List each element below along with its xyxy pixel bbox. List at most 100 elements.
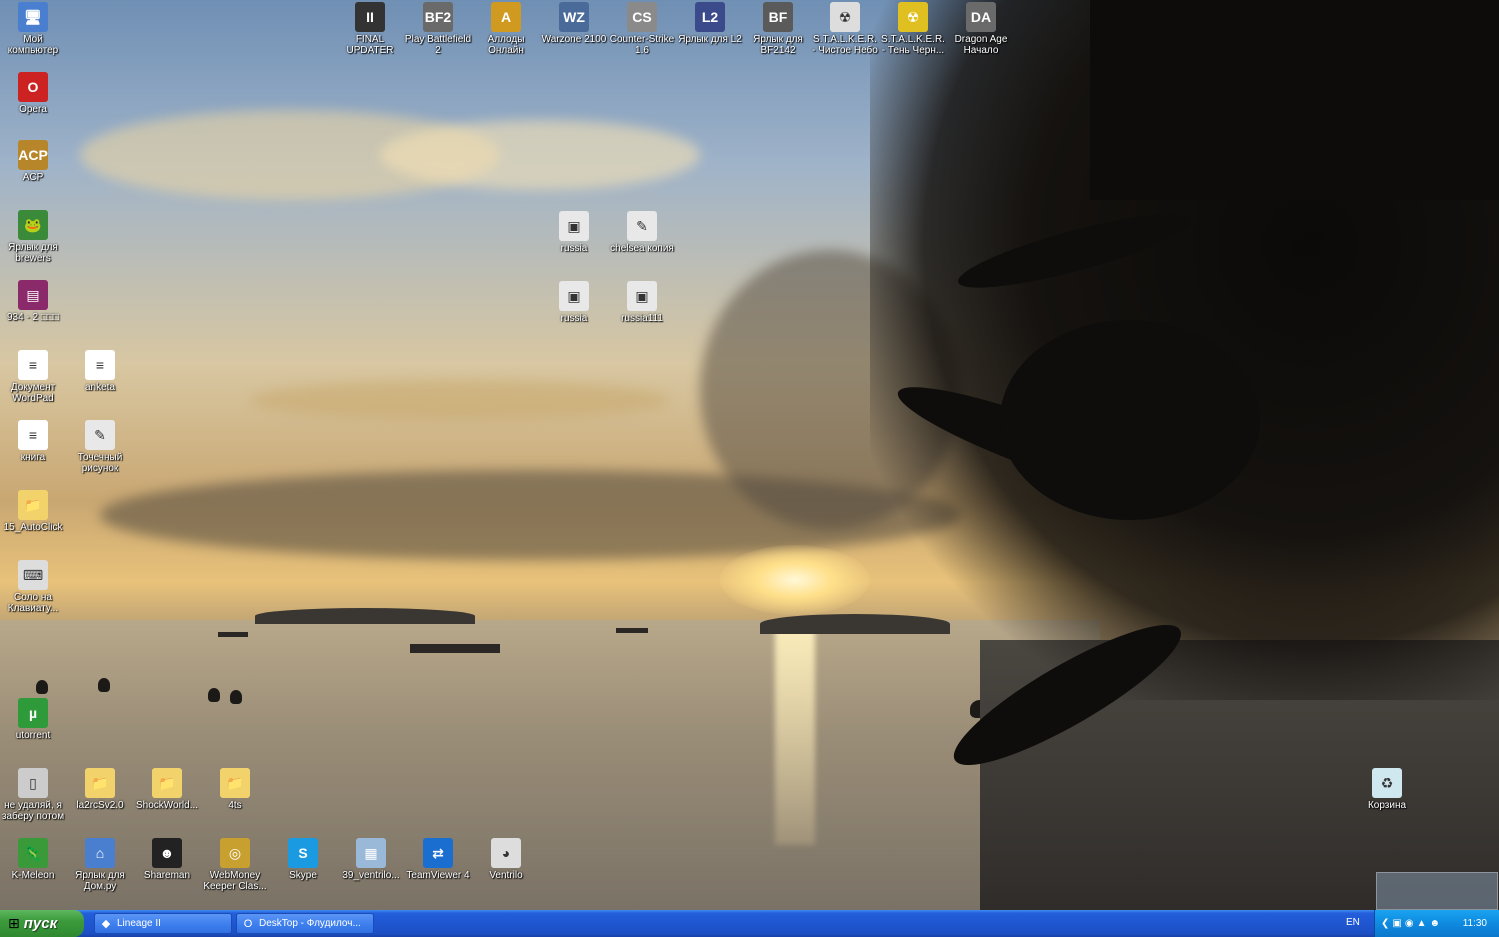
desktop-icon[interactable]: CS Counter-Strike 1.6 [607,2,677,56]
opera-taskbar-icon: O [243,917,253,930]
clock[interactable]: 11:30 [1463,918,1487,929]
desktop-icon[interactable]: ⌂ Ярлык для Дом.ру [65,838,135,892]
counter-strike-icon: CS [627,2,657,32]
desktop-icon[interactable]: 📁 15_AutoClick [0,490,68,533]
desktop-icon[interactable]: BF Ярлык для BF2142 [743,2,813,56]
desktop-icon-label: russia [560,313,588,324]
desktop-icon[interactable]: ⌨ Соло на Клавиату... [0,560,68,614]
desktop-icon[interactable]: DA Dragon Age Начало [946,2,1016,56]
tray-chevron-icon[interactable]: ❮ [1381,918,1389,929]
system-tray: ❮ ▣ ◉ ▲ ☻ 11:30 [1374,910,1499,937]
wallpaper-sun [720,545,870,615]
taskbar-button-lineage[interactable]: ◆ Lineage II [94,913,232,934]
desktop-icon-label: utorrent [15,730,51,741]
desktop-icon[interactable]: 📁 ShockWorld... [132,768,202,811]
desktop-icon[interactable]: ▯ не удаляй, я заберу потом [0,768,68,822]
desktop-icon[interactable]: A Аллоды Онлайн [471,2,541,56]
desktop-icon-label: Мой компьютер [7,34,59,56]
desktop-icon[interactable]: ☢ S.T.A.L.K.E.R. - Тень Черн... [878,2,948,56]
desktop-icon-label: ACP [22,172,44,183]
recycle-bin-icon: ♻ [1372,768,1402,798]
taskbar-button-opera[interactable]: O DeskTop - Флудилоч... [236,913,374,934]
desktop-icon[interactable]: BF2 Play Battlefield 2 [403,2,473,56]
desktop-icon-label: ShockWorld... [135,800,199,811]
desktop-icon-label: S.T.A.L.K.E.R. - Тень Черн... [881,34,945,56]
network-icon[interactable]: ▣ [1392,918,1401,929]
desktop-icon[interactable]: ⇄ TeamViewer 4 [403,838,473,881]
taskbar-button-label: Lineage II [117,918,161,929]
wallpaper-palm-frond [1000,320,1260,520]
domru-icon: ⌂ [85,838,115,868]
volume-icon[interactable]: ◉ [1405,918,1414,929]
wallpaper-boat [410,644,500,653]
desktop-icon[interactable]: WZ Warzone 2100 [539,2,609,45]
winrar-icon: ▤ [18,280,48,310]
desktop-icon[interactable]: ≡ Документ WordPad [0,350,68,404]
desktop-icon[interactable]: 🦎 K-Meleon [0,838,68,881]
desktop-icon[interactable]: L2 Ярлык для L2 [675,2,745,45]
folder-icon: 📁 [18,490,48,520]
computer-icon: 🖥 [18,2,48,32]
desktop-icon-label: K-Meleon [11,870,55,881]
desktop-icon-label: Ярлык для BF2142 [753,34,803,56]
desktop-icon[interactable]: ▣ russia [539,211,609,254]
desktop-icon[interactable]: 🐸 Ярлык для brewers [0,210,68,264]
stalker-shadow-icon: ☢ [898,2,928,32]
folder-icon: 📁 [152,768,182,798]
utorrent-icon: µ [18,698,48,728]
desktop-icon-label: TeamViewer 4 [406,870,470,881]
desktop-icon-label: anketa [84,382,116,393]
folder-icon: 📁 [220,768,250,798]
desktop-icon[interactable]: ◕ Ventrilo [471,838,541,881]
desktop-icon-label: Dragon Age Начало [954,34,1008,56]
lineage-icon: II [355,2,385,32]
desktop-icon-label: Ярлык для brewers [8,242,58,264]
desktop-icon[interactable]: ✎ Точечный рисунок [65,420,135,474]
opera-icon: O [18,72,48,102]
desktop-icon[interactable]: ◎ WebMoney Keeper Clas... [200,838,270,892]
desktop-icon[interactable]: ≡ книга [0,420,68,463]
bf2142-icon: BF [763,2,793,32]
image-file-icon: ▣ [559,211,589,241]
desktop-icon[interactable]: 📁 4ts [200,768,270,811]
start-button[interactable]: ⊞ пуск [0,910,84,937]
battlefield-icon: BF2 [423,2,453,32]
desktop-icon[interactable]: 🖥 Мой компьютер [0,2,68,56]
desktop-icon-label: Соло на Клавиату... [7,592,59,614]
desktop-icon-label: 4ts [228,800,242,811]
desktop-icon-label: chelsea копия [610,243,674,254]
dragon-age-icon: DA [966,2,996,32]
desktop-icon-label: FINAL UPDATER [346,34,394,56]
installer-icon: ▦ [356,838,386,868]
desktop-icon[interactable]: II FINAL UPDATER [335,2,405,56]
desktop-icon[interactable]: S Skype [268,838,338,881]
desktop-icon[interactable]: ☢ S.T.A.L.K.E.R. - Чистое Небо [810,2,880,56]
desktop-icon-label: russia [560,243,588,254]
ventrilo-icon: ◕ [491,838,521,868]
image-file-icon: ▣ [559,281,589,311]
agent-tray-icon[interactable]: ☻ [1429,918,1440,929]
language-indicator[interactable]: EN [1346,917,1360,928]
image-file-icon: ▣ [627,281,657,311]
desktop-icon-label: Counter-Strike 1.6 [609,34,675,56]
desktop-icon[interactable]: ▦ 39_ventrilo... [336,838,406,881]
desktop-icon[interactable]: ≡ anketa [65,350,135,393]
desktop-icon[interactable]: µ utorrent [0,698,68,741]
desktop-icon[interactable]: ✎ chelsea копия [607,211,677,254]
desktop-icon[interactable]: 📁 la2rcSv2.0 [65,768,135,811]
desktop-icon-label: Opera [19,104,47,115]
desktop-icon[interactable]: ♻ Корзина [1352,768,1422,811]
desktop-icon-label: Play Battlefield 2 [404,34,472,56]
desktop-icon[interactable]: ☻ Shareman [132,838,202,881]
desktop-icon-label: russia111 [621,313,663,324]
desktop-icon-label: 39_ventrilo... [342,870,400,881]
desktop-icon[interactable]: ▣ russia [539,281,609,324]
wallpaper-swimmer [208,688,220,702]
desktop[interactable]: 🖥 Мой компьютер O Opera ACP ACP 🐸 Ярлык для bre… [0,0,1499,910]
torrent-tray-icon[interactable]: ▲ [1417,918,1427,929]
desktop-icon[interactable]: O Opera [0,72,68,115]
desktop-icon[interactable]: ▣ russia111 [607,281,677,324]
desktop-icon[interactable]: ACP ACP [0,140,68,183]
allods-icon: A [491,2,521,32]
desktop-icon[interactable]: ▤ 934 - 2 □□□ [0,280,68,323]
